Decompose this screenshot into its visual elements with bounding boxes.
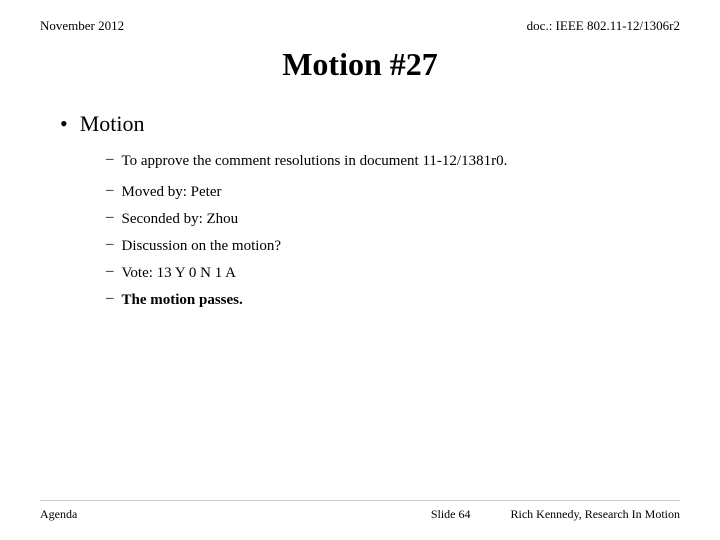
header-date: November 2012 (40, 18, 124, 34)
footer-agenda: Agenda (40, 507, 77, 522)
text-approve: To approve the comment resolutions in do… (122, 151, 508, 172)
bullet-label: Motion (80, 111, 145, 137)
subitem-seconded: – Seconded by: Zhou (106, 209, 680, 230)
dash-discussion: – (106, 236, 114, 253)
header: November 2012 doc.: IEEE 802.11-12/1306r… (40, 18, 680, 34)
dash-seconded: – (106, 209, 114, 226)
dash-moved: – (106, 182, 114, 199)
text-seconded: Seconded by: Zhou (122, 209, 239, 230)
content-section: • Motion – To approve the comment resolu… (40, 111, 680, 500)
subitem-vote: – Vote: 13 Y 0 N 1 A (106, 263, 680, 284)
text-vote: Vote: 13 Y 0 N 1 A (122, 263, 236, 284)
slide-title: Motion #27 (282, 46, 438, 82)
subitem-discussion: – Discussion on the motion? (106, 236, 680, 257)
sub-items-list: – To approve the comment resolutions in … (60, 151, 680, 311)
text-moved: Moved by: Peter (122, 182, 222, 203)
subitem-passes: – The motion passes. (106, 290, 680, 311)
title-section: Motion #27 (40, 46, 680, 83)
footer-slide-number: Slide 64 (431, 507, 471, 522)
text-passes: The motion passes. (122, 290, 243, 311)
header-doc: doc.: IEEE 802.11-12/1306r2 (527, 18, 680, 34)
footer-author: Rich Kennedy, Research In Motion (510, 507, 680, 522)
dash-passes: – (106, 290, 114, 307)
footer-right-group: Slide 64 Rich Kennedy, Research In Motio… (431, 507, 680, 522)
slide: November 2012 doc.: IEEE 802.11-12/1306r… (0, 0, 720, 540)
subitem-moved: – Moved by: Peter (106, 182, 680, 203)
main-bullet: • Motion (60, 111, 680, 137)
bullet-symbol: • (60, 111, 68, 137)
footer: Agenda Slide 64 Rich Kennedy, Research I… (40, 500, 680, 522)
dash-vote: – (106, 263, 114, 280)
subitem-approve: – To approve the comment resolutions in … (106, 151, 680, 172)
text-discussion: Discussion on the motion? (122, 236, 282, 257)
dash-approve: – (106, 151, 114, 168)
